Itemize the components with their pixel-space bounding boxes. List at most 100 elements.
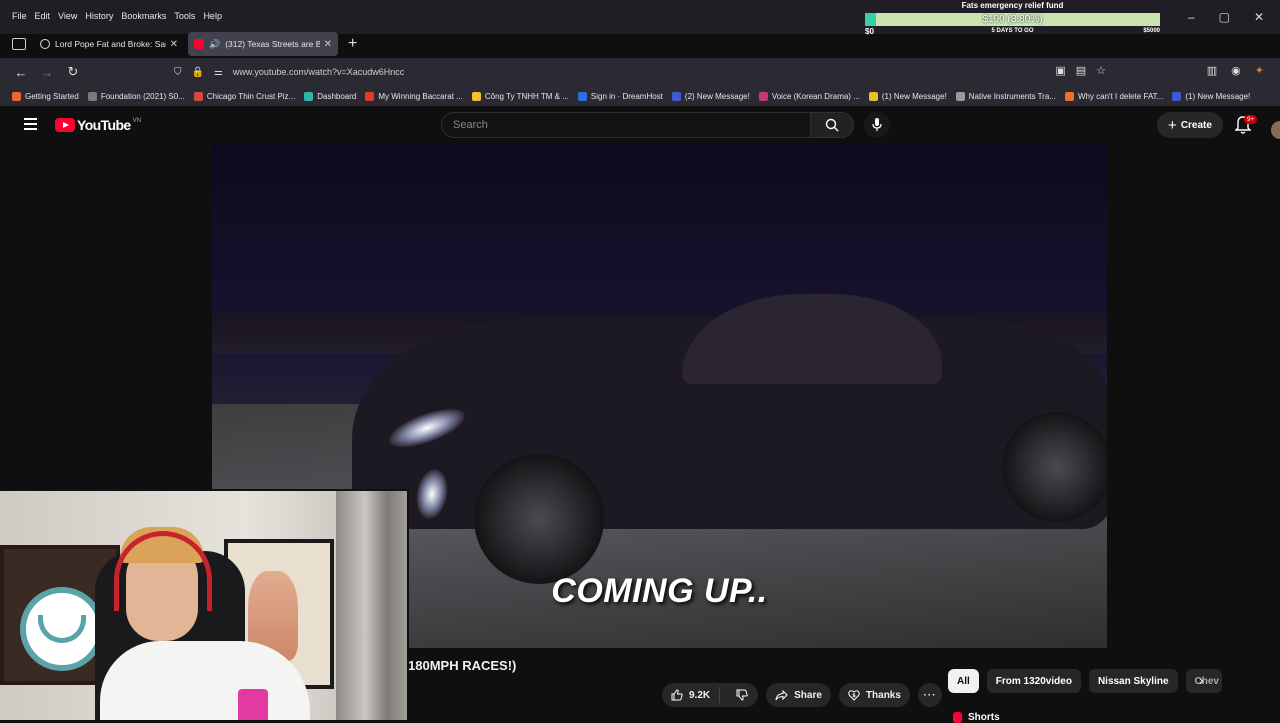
thanks-label: Thanks — [865, 689, 901, 701]
webcam-mug — [238, 689, 268, 720]
reload-icon[interactable]: ↻ — [60, 64, 86, 80]
close-icon[interactable]: ✕ — [324, 39, 332, 50]
youtube-logo[interactable]: YouTube VN — [55, 117, 141, 133]
chip-all[interactable]: All — [948, 669, 979, 693]
bookmark-favicon-icon — [365, 91, 375, 101]
tab-title: Lord Pope Fat and Broke: Saigon — [55, 39, 166, 49]
menu-edit[interactable]: Edit — [31, 11, 55, 21]
bookmark-favicon-icon — [87, 91, 97, 101]
thanks-button[interactable]: $ Thanks — [838, 683, 910, 707]
shield-icon[interactable]: ⛉ — [174, 67, 182, 78]
reader-icon[interactable]: ▤ — [1076, 64, 1086, 77]
bookmark-item[interactable]: Native Instruments Tra... — [955, 91, 1056, 101]
fund-amount: $190 (3.80%) — [982, 14, 1043, 25]
fund-progress-overlay: Fats emergency relief fund $190 (3.80%) … — [865, 0, 1160, 40]
thumbs-down-icon — [736, 689, 748, 701]
smiley-logo-icon — [20, 587, 104, 671]
like-count: 9.2K — [689, 689, 711, 701]
bookmark-favicon-icon — [193, 91, 203, 101]
close-window-icon[interactable]: ✕ — [1254, 10, 1264, 24]
share-button[interactable]: Share — [766, 683, 831, 707]
youtube-wordmark: YouTube — [77, 117, 131, 133]
url-bar[interactable]: ⛉ 🔒 ⚌ www.youtube.com/watch?v=Xacudw6Hnc… — [166, 60, 1114, 84]
search-input[interactable]: Search — [441, 112, 810, 138]
bookmark-item[interactable]: My Winning Baccarat ... — [365, 91, 463, 101]
bookmark-item[interactable]: (1) New Message! — [1172, 91, 1251, 101]
account-icon[interactable]: ◉ — [1231, 64, 1241, 77]
chip-nissan-skyline[interactable]: Nissan Skyline — [1088, 669, 1178, 693]
dislike-button[interactable] — [726, 689, 758, 701]
menu-history[interactable]: History — [81, 11, 117, 21]
create-button[interactable]: + Create — [1157, 112, 1223, 138]
chip-from-1320video[interactable]: From 1320video — [986, 669, 1081, 693]
video-scene-wheel — [474, 454, 604, 584]
menu-icon[interactable] — [24, 118, 37, 133]
pip-icon[interactable]: ▣ — [1055, 64, 1065, 77]
bookmark-label: Công Ty TNHH TM & ... — [484, 91, 569, 101]
extension-icon[interactable]: ✦ — [1255, 64, 1264, 77]
bookmark-label: (1) New Message! — [1185, 91, 1251, 101]
bookmark-favicon-icon — [12, 91, 21, 101]
menu-file[interactable]: File — [8, 11, 31, 21]
bookmark-item[interactable]: Chicago Thin Crust Piz... — [193, 91, 295, 101]
menu-view[interactable]: View — [54, 11, 81, 21]
lock-icon[interactable]: 🔒 — [192, 67, 204, 78]
bookmark-favicon-icon — [577, 91, 587, 101]
url-actions: ▣ ▤ ☆ — [1055, 64, 1106, 77]
fund-days: 5 DAYS TO GO — [991, 28, 1034, 34]
speaker-icon[interactable]: 🔊 — [209, 39, 220, 49]
bookmark-favicon-icon — [1172, 91, 1182, 101]
plus-icon: + — [1168, 116, 1177, 134]
permissions-icon[interactable]: ⚌ — [214, 67, 223, 78]
more-icon: ··· — [923, 689, 937, 701]
bookmark-item[interactable]: Dashboard — [304, 91, 356, 101]
avatar[interactable] — [1271, 121, 1280, 139]
related-chips: All From 1320video Nissan Skyline Chev — [948, 669, 1222, 693]
url-text[interactable]: www.youtube.com/watch?v=Xacudw6Hncc — [233, 67, 404, 77]
thanks-heart-icon: $ — [848, 690, 860, 701]
bookmark-item[interactable]: Sign in · DreamHost — [577, 91, 663, 101]
video-scene-wheel — [1002, 412, 1107, 522]
shorts-label: Shorts — [968, 712, 1000, 723]
tab-texas-streets[interactable]: 🔊 (312) Texas Streets are BAC ✕ — [188, 32, 338, 56]
voice-search-button[interactable] — [864, 112, 890, 138]
bookmark-label: (1) New Message! — [881, 91, 947, 101]
new-tab-button[interactable]: + — [348, 35, 357, 53]
bookmark-label: My Winning Baccarat ... — [378, 91, 463, 101]
more-actions-button[interactable]: ··· — [917, 683, 942, 707]
menu-bookmarks[interactable]: Bookmarks — [117, 11, 170, 21]
tab-lord-pope[interactable]: Lord Pope Fat and Broke: Saigon ✕ — [34, 32, 184, 56]
like-button[interactable]: 9.2K — [662, 687, 721, 703]
back-icon[interactable]: ← — [8, 65, 34, 80]
bookmark-label: Native Instruments Tra... — [968, 91, 1056, 101]
bookmark-item[interactable]: (2) New Message! — [671, 91, 750, 101]
bookmark-favicon-icon — [868, 91, 878, 101]
maximize-icon[interactable]: ▢ — [1219, 10, 1230, 24]
video-actions: 9.2K Share $ Thanks ··· — [662, 683, 942, 707]
bookmark-item[interactable]: (1) New Message! — [868, 91, 947, 101]
shorts-icon — [953, 712, 962, 723]
bookmark-item[interactable]: Getting Started — [12, 91, 79, 101]
bookmark-item[interactable]: Voice (Korean Drama) ... — [758, 91, 860, 101]
bookmark-item[interactable]: Foundation (2021) S0... — [87, 91, 185, 101]
minimize-icon[interactable]: – — [1188, 10, 1195, 24]
bookmark-item[interactable]: Why can't I delete FAT... — [1064, 91, 1163, 101]
forward-icon[interactable]: → — [34, 65, 60, 80]
search-button[interactable] — [810, 112, 854, 138]
webcam-curtain — [336, 491, 407, 720]
close-icon[interactable]: ✕ — [170, 39, 178, 50]
bookmark-favicon-icon — [671, 91, 681, 101]
tab-strip: Lord Pope Fat and Broke: Saigon ✕ 🔊 (312… — [0, 31, 860, 57]
bookmark-favicon-icon — [955, 91, 965, 101]
menu-help[interactable]: Help — [199, 11, 226, 21]
menu-items: File Edit View History Bookmarks Tools H… — [0, 0, 226, 21]
bookmark-star-icon[interactable]: ☆ — [1096, 64, 1106, 77]
search-icon — [825, 118, 839, 132]
notification-badge: 9+ — [1244, 115, 1258, 124]
youtube-favicon-icon — [194, 39, 204, 49]
chevron-right-icon[interactable]: › — [1199, 672, 1204, 688]
bookmark-item[interactable]: Công Ty TNHH TM & ... — [471, 91, 569, 101]
menu-tools[interactable]: Tools — [170, 11, 199, 21]
tab-list-icon[interactable] — [12, 38, 26, 50]
sidebar-icon[interactable]: ▥ — [1207, 64, 1217, 77]
